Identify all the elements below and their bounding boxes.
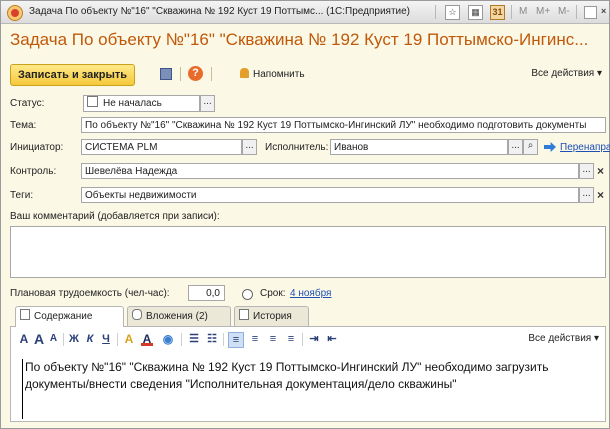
align-right-icon[interactable]: ≡: [266, 332, 280, 346]
indent-icon[interactable]: ⇥: [307, 332, 321, 346]
tool-divider: [223, 333, 224, 346]
form-title: Задача По объекту №"16" "Скважина № 192 …: [10, 30, 589, 49]
tab-attachments-label: Вложения (2): [146, 311, 208, 322]
highlight-color-icon[interactable]: A: [141, 332, 153, 346]
tags-field[interactable]: Объекты недвижимости: [81, 187, 579, 203]
status-select-button[interactable]: ...: [200, 95, 215, 112]
status-value: Не началась: [103, 98, 162, 109]
redirect-link[interactable]: Перенаправить: [560, 142, 610, 153]
tab-content[interactable]: Содержание: [15, 306, 124, 327]
paperclip-icon: [132, 309, 142, 320]
titlebar-divider: [511, 5, 512, 19]
memory-button[interactable]: M: [519, 5, 527, 18]
table-icon[interactable]: ▦: [468, 5, 483, 20]
maximize-icon[interactable]: [584, 6, 597, 19]
image-icon[interactable]: ◉: [161, 332, 175, 346]
help-icon: ?: [188, 66, 203, 81]
executor-search-button[interactable]: ⌕: [523, 139, 538, 155]
executor-label: Исполнитель:: [265, 142, 329, 153]
bullet-list-icon[interactable]: ☰: [187, 332, 201, 346]
titlebar-divider: [435, 5, 436, 19]
editor-content[interactable]: По объекту №"16" "Скважина № 192 Куст 19…: [22, 359, 595, 419]
italic-button[interactable]: К: [85, 332, 95, 346]
font-shrink-icon[interactable]: A: [33, 332, 45, 346]
control-clear-icon[interactable]: ×: [594, 163, 607, 179]
text-color-icon[interactable]: A: [123, 332, 135, 346]
plan-field[interactable]: 0,0: [188, 285, 225, 301]
editor-toolbar: A A A Ж К Ч A A ◉ ☰ ☷ ≡ ≡ ≡ ≡ ⇥ ⇤ Все де…: [11, 327, 605, 351]
align-center-icon[interactable]: ≡: [248, 332, 262, 346]
initiator-select-button[interactable]: ...: [242, 139, 257, 155]
initiator-label: Инициатор:: [10, 142, 64, 153]
status-checkbox: [87, 96, 98, 107]
redirect-arrow-icon: [544, 142, 556, 152]
subject-label: Тема:: [10, 120, 37, 131]
initiator-field[interactable]: СИСТЕМА PLM: [81, 139, 242, 155]
toolbar-divider: [211, 67, 212, 81]
help-button[interactable]: ?: [187, 65, 205, 83]
tab-content-label: Содержание: [34, 311, 93, 322]
history-icon: [239, 309, 249, 320]
remind-label: Напомнить: [253, 69, 305, 80]
save-button[interactable]: [157, 65, 175, 83]
executor-field[interactable]: Иванов: [330, 139, 508, 155]
all-actions-menu[interactable]: Все действия ▾: [531, 68, 602, 79]
remind-button[interactable]: Напомнить: [240, 68, 305, 80]
memory-plus-button[interactable]: M+: [536, 5, 550, 18]
due-label: Срок:: [260, 288, 286, 299]
close-window-icon[interactable]: ×: [601, 5, 606, 18]
document-icon: [20, 309, 30, 320]
subject-field[interactable]: По объекту №"16" "Скважина № 192 Куст 19…: [81, 117, 606, 133]
bold-button[interactable]: Ж: [69, 332, 79, 346]
disk-icon: [160, 68, 172, 80]
status-label: Статус:: [10, 98, 45, 109]
titlebar-divider: [576, 5, 577, 19]
editor-all-actions-menu[interactable]: Все действия ▾: [528, 333, 599, 344]
tool-divider: [117, 333, 118, 346]
comment-textarea[interactable]: [10, 226, 606, 278]
tab-history-label: История: [253, 311, 292, 322]
content-panel: A A A Ж К Ч A A ◉ ☰ ☷ ≡ ≡ ≡ ≡ ⇥ ⇤ Все де…: [10, 326, 606, 422]
app-logo-icon[interactable]: [7, 5, 23, 21]
task-window: Задача По объекту №"16" "Скважина № 192 …: [0, 0, 610, 429]
save-and-close-button[interactable]: Записать и закрыть: [10, 64, 136, 86]
toolbar-divider: [180, 67, 181, 81]
tool-divider: [181, 333, 182, 346]
clock-icon: [242, 289, 253, 300]
title-bar: Задача По объекту №"16" "Скважина № 192 …: [1, 1, 609, 24]
align-justify-icon[interactable]: ≡: [284, 332, 298, 346]
status-field[interactable]: Не началась: [83, 95, 200, 112]
align-left-icon[interactable]: ≡: [228, 332, 244, 348]
numbered-list-icon[interactable]: ☷: [205, 332, 219, 346]
control-field[interactable]: Шевелёва Надежда: [81, 163, 579, 179]
font-small-icon[interactable]: A: [49, 332, 58, 346]
command-bar: Записать и закрыть ? Напомнить Все дейст…: [10, 64, 606, 86]
underline-button[interactable]: Ч: [101, 332, 111, 346]
tool-divider: [302, 333, 303, 346]
window-title: Задача По объекту №"16" "Скважина № 192 …: [29, 6, 411, 17]
comment-label: Ваш комментарий (добавляется при записи)…: [10, 211, 220, 222]
outdent-icon[interactable]: ⇤: [325, 332, 339, 346]
memory-minus-button[interactable]: M-: [558, 5, 570, 18]
tags-select-button[interactable]: ...: [579, 187, 594, 203]
executor-select-button[interactable]: ...: [508, 139, 523, 155]
tab-history[interactable]: История: [234, 306, 309, 326]
tags-clear-icon[interactable]: ×: [594, 187, 607, 203]
favorite-icon[interactable]: ☆: [445, 5, 460, 20]
due-date-link[interactable]: 4 ноября: [290, 288, 331, 299]
tab-attachments[interactable]: Вложения (2): [127, 306, 231, 326]
bell-icon: [240, 68, 249, 78]
tags-label: Теги:: [10, 190, 34, 201]
control-label: Контроль:: [10, 166, 57, 177]
font-grow-icon[interactable]: A: [19, 332, 29, 346]
calendar-icon[interactable]: 31: [490, 5, 505, 20]
tool-divider: [63, 333, 64, 346]
control-select-button[interactable]: ...: [579, 163, 594, 179]
plan-label: Плановая трудоемкость (чел-час):: [10, 288, 170, 299]
